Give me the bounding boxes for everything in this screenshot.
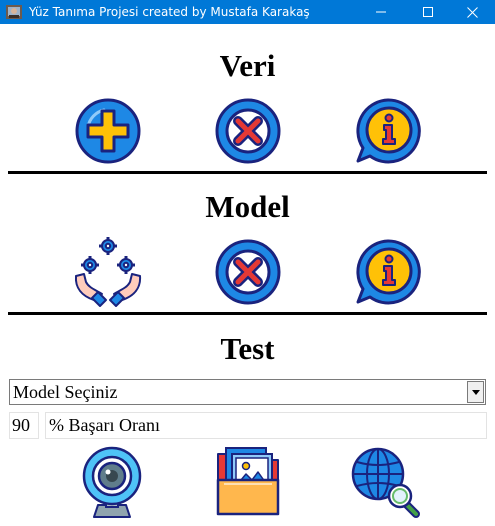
window-titlebar: Yüz Tanıma Projesi created by Mustafa Ka… <box>0 0 495 24</box>
add-icon <box>75 98 141 164</box>
info-icon <box>356 239 421 305</box>
model-section-title: Model <box>205 189 290 224</box>
model-select-value: Model Seçiniz <box>13 382 118 402</box>
app-icon <box>6 5 22 19</box>
train-icon <box>74 237 142 307</box>
info-icon <box>356 98 421 164</box>
close-icon <box>466 6 478 18</box>
veri-divider <box>8 171 487 174</box>
train-model-button[interactable] <box>72 236 144 308</box>
delete-icon <box>215 98 281 164</box>
add-data-button[interactable] <box>72 95 144 167</box>
close-button[interactable] <box>449 0 495 24</box>
minimize-icon <box>376 11 386 13</box>
chevron-down-icon <box>471 389 480 395</box>
webcam-icon <box>82 446 142 518</box>
web-search-icon <box>351 447 420 518</box>
success-rate-label: % Başarı Oranı <box>45 412 487 439</box>
webcam-test-button[interactable] <box>76 444 148 520</box>
test-section-title: Test <box>220 331 275 366</box>
model-divider <box>8 312 487 315</box>
minimize-button[interactable] <box>358 0 404 24</box>
maximize-button[interactable] <box>405 0 451 24</box>
delete-data-button[interactable] <box>212 95 284 167</box>
image-folder-icon <box>216 447 280 516</box>
data-info-button[interactable] <box>352 95 424 167</box>
delete-model-button[interactable] <box>212 236 284 308</box>
success-rate-value: 90 <box>9 412 39 439</box>
web-search-test-button[interactable] <box>350 444 422 520</box>
window-title: Yüz Tanıma Projesi created by Mustafa Ka… <box>29 5 310 19</box>
model-select[interactable]: Model Seçiniz <box>9 379 486 405</box>
maximize-icon <box>423 7 433 17</box>
delete-icon <box>215 239 281 305</box>
veri-section-title: Veri <box>219 48 276 83</box>
model-info-button[interactable] <box>352 236 424 308</box>
model-select-arrow[interactable] <box>467 381 484 403</box>
image-folder-test-button[interactable] <box>212 444 284 520</box>
